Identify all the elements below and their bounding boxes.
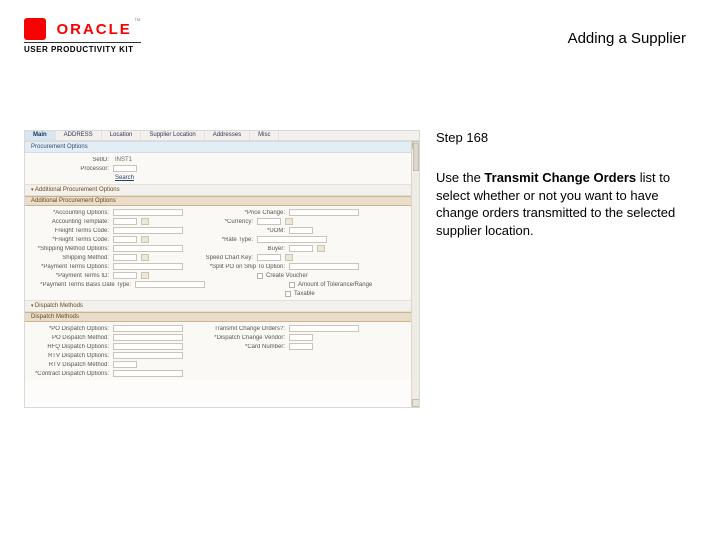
lbl: Transmit Change Orders?:: [205, 326, 289, 332]
lbl: Buyer:: [205, 246, 289, 252]
lbl: *Payment Terms Options:: [25, 264, 113, 270]
logo-subtitle: USER PRODUCTIVITY KIT: [24, 42, 141, 54]
tab-main[interactable]: Main: [25, 131, 56, 140]
lbl: Freight Terms Code:: [25, 228, 113, 234]
lookup-icon[interactable]: [141, 272, 149, 279]
instruction-text: Use the Transmit Change Orders list to s…: [436, 169, 684, 239]
scrollbar[interactable]: [411, 141, 419, 407]
create-voucher-checkbox[interactable]: [257, 273, 263, 279]
subband-dispatch-methods: Dispatch Methods: [25, 312, 419, 322]
tab-location[interactable]: Location: [102, 131, 142, 140]
lbl: RTV Dispatch Method:: [25, 362, 113, 368]
lookup-icon[interactable]: [141, 254, 149, 261]
payment-terms-id-field[interactable]: [113, 272, 137, 279]
lbl: *Contract Dispatch Options:: [25, 371, 113, 377]
tab-address[interactable]: ADDRESS: [56, 131, 102, 140]
instr-bold: Transmit Change Orders: [484, 170, 636, 185]
band-procurement: Procurement Options: [25, 141, 419, 153]
speedchart-field[interactable]: [257, 254, 281, 261]
transmit-change-orders-field[interactable]: [289, 325, 359, 332]
section-dispatch-methods[interactable]: Dispatch Methods: [25, 300, 419, 312]
lookup-icon[interactable]: [141, 218, 149, 225]
po-dispatch-options-field[interactable]: [113, 325, 183, 332]
lbl: *PO Dispatch Options:: [25, 326, 113, 332]
tab-addresses[interactable]: Addresses: [205, 131, 250, 140]
lbl: PO Dispatch Method:: [25, 335, 113, 341]
setid-value: INST1: [113, 157, 132, 163]
lbl: *Accounting Options:: [25, 210, 113, 216]
freight-terms-code-field[interactable]: [113, 236, 137, 243]
scroll-thumb[interactable]: [413, 143, 419, 171]
instr-pre: Use the: [436, 170, 484, 185]
instruction-panel: Step 168 Use the Transmit Change Orders …: [436, 130, 684, 239]
logo-mark-icon: [24, 18, 46, 40]
logo-word: ORACLE: [56, 21, 131, 38]
contract-dispatch-options-field[interactable]: [113, 370, 183, 377]
rtv-dispatch-options-field[interactable]: [113, 352, 183, 359]
payment-terms-options-field[interactable]: [113, 263, 183, 270]
tolerance-checkbox[interactable]: [289, 282, 295, 288]
chk-lbl: Create Voucher: [266, 273, 308, 279]
shipping-method-field[interactable]: [113, 254, 137, 261]
shipping-method-options-field[interactable]: [113, 245, 183, 252]
lbl: *Payment Terms ID:: [25, 273, 113, 279]
payment-basis-date-field[interactable]: [135, 281, 205, 288]
scroll-down-icon[interactable]: [412, 399, 420, 407]
price-change-field[interactable]: [289, 209, 359, 216]
section1-body: *Accounting Options: *Price Change: Accou…: [25, 206, 419, 300]
slide: ORACLE™ USER PRODUCTIVITY KIT Adding a S…: [0, 0, 720, 540]
section-additional-procurement[interactable]: Additional Procurement Options: [25, 184, 419, 196]
split-po-field[interactable]: [289, 263, 359, 270]
lbl: *Rate Type:: [173, 237, 257, 243]
lbl: *Price Change:: [205, 210, 289, 216]
freight-terms-options-field[interactable]: [113, 227, 183, 234]
rate-type-field[interactable]: [257, 236, 327, 243]
lbl: RFQ Dispatch Options:: [25, 344, 113, 350]
rfq-dispatch-options-field[interactable]: [113, 343, 183, 350]
lbl: *Freight Terms Code:: [25, 237, 113, 243]
tab-bar: Main ADDRESS Location Supplier Location …: [25, 131, 419, 141]
lbl: Shipping Method:: [25, 255, 113, 261]
page-title: Adding a Supplier: [568, 30, 686, 47]
lbl: RTV Dispatch Options:: [25, 353, 113, 359]
chk-lbl: Taxable: [294, 291, 315, 297]
po-dispatch-method-field[interactable]: [113, 334, 183, 341]
step-label: Step 168: [436, 130, 684, 145]
oracle-logo: ORACLE™ USER PRODUCTIVITY KIT: [24, 18, 141, 54]
app-screenshot: Main ADDRESS Location Supplier Location …: [24, 130, 420, 408]
lbl: *Split PO on Ship To Option:: [205, 264, 289, 270]
lookup-icon[interactable]: [317, 245, 325, 252]
lookup-icon[interactable]: [285, 218, 293, 225]
accounting-template-field[interactable]: [113, 218, 137, 225]
processor-field[interactable]: [113, 165, 137, 172]
lbl: *Card Number:: [205, 344, 289, 350]
subband-additional-procurement: Additional Procurement Options: [25, 196, 419, 206]
section2-body: *PO Dispatch Options: Transmit Change Ord…: [25, 322, 419, 380]
uom-field[interactable]: [289, 227, 313, 234]
lbl: *UOM:: [205, 228, 289, 234]
processor-label: Processor:: [25, 166, 113, 172]
lbl: *Currency:: [173, 219, 257, 225]
lbl: *Dispatch Change Vendor:: [205, 335, 289, 341]
info-block: SetID: INST1 Processor: Search: [25, 153, 419, 184]
buyer-field[interactable]: [289, 245, 313, 252]
rtv-dispatch-method-field[interactable]: [113, 361, 137, 368]
lbl: Speed Chart Key:: [173, 255, 257, 261]
tab-supplier-location[interactable]: Supplier Location: [141, 131, 204, 140]
setid-label: SetID:: [25, 157, 113, 163]
lookup-icon[interactable]: [285, 254, 293, 261]
currency-field[interactable]: [257, 218, 281, 225]
lbl: Accounting Template:: [25, 219, 113, 225]
card-number-field[interactable]: [289, 343, 313, 350]
chk-lbl: Amount of Tolerance/Range: [298, 282, 372, 288]
tab-misc[interactable]: Misc: [250, 131, 279, 140]
dispatch-change-vendor-field[interactable]: [289, 334, 313, 341]
lbl: *Shipping Method Options:: [25, 246, 113, 252]
accounting-options-field[interactable]: [113, 209, 183, 216]
taxable-checkbox[interactable]: [285, 291, 291, 297]
search-link[interactable]: Search: [113, 175, 134, 181]
lbl: *Payment Terms Basis Date Type:: [25, 282, 135, 288]
logo-tm: ™: [134, 18, 141, 25]
lookup-icon[interactable]: [141, 236, 149, 243]
